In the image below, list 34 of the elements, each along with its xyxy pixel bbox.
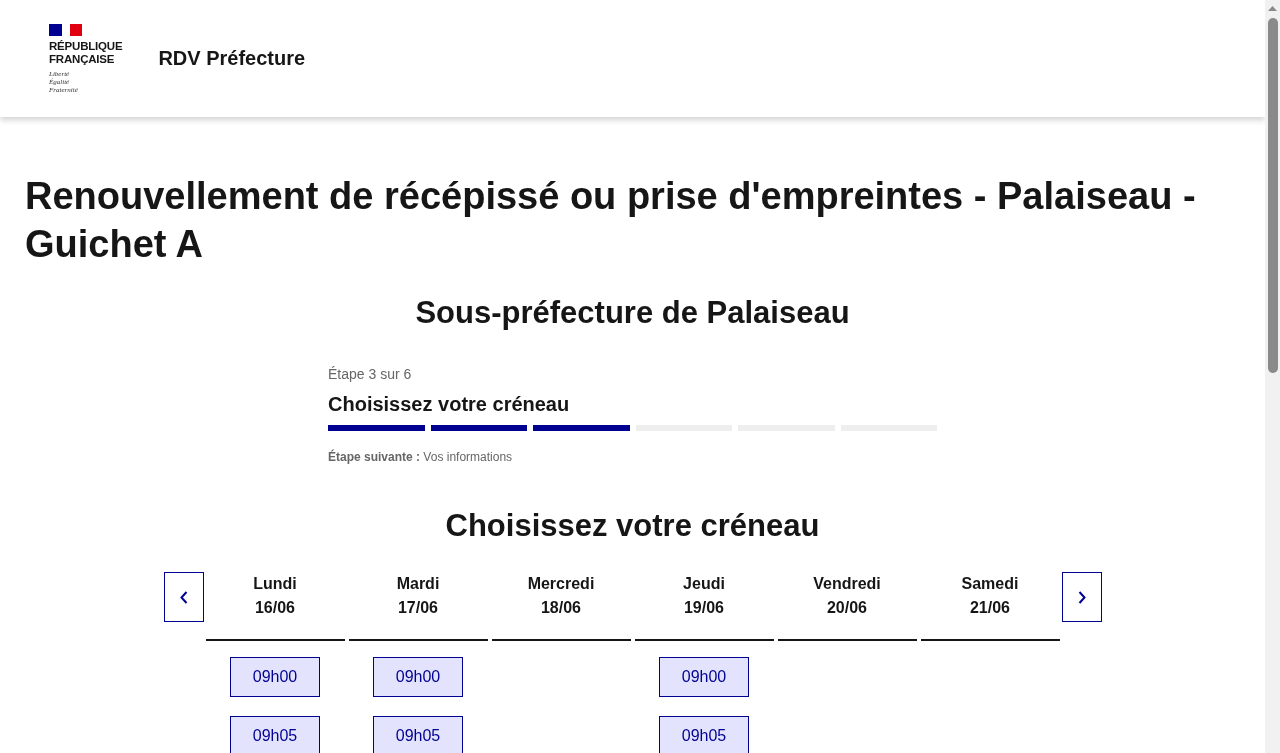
time-slot-button[interactable]: 09h05 [230,716,320,753]
republic-name: RÉPUBLIQUE FRANÇAISE [49,39,123,66]
day-name: Mercredi [527,574,595,594]
time-slot-button[interactable]: 09h05 [659,716,749,753]
site-name-link[interactable]: RDV Préfecture [158,47,306,70]
scrollbar[interactable] [1265,0,1280,753]
office-heading: Sous-préfecture de Palaiseau [414,294,851,332]
previous-week-button[interactable] [163,572,204,622]
day-date: 18/06 [540,598,581,618]
next-step-text: Étape suivante : Vos informations [328,449,514,465]
step-counter: Étape 3 sur 6 [328,365,413,384]
scrollbar-thumb[interactable] [1267,18,1278,373]
day-name: Jeudi [683,574,725,594]
chevron-right-icon [1077,590,1086,604]
day-date: 19/06 [683,598,724,618]
day-date: 17/06 [397,598,438,618]
time-slot-button[interactable]: 09h00 [373,657,463,697]
time-slot-button[interactable]: 09h00 [230,657,320,697]
scroll-up-arrow-icon[interactable] [1268,6,1277,11]
time-slot-button[interactable]: 09h00 [659,657,749,697]
day-name: Lundi [253,574,297,594]
step-title: Choisissez votre créneau [328,392,571,417]
day-date: 16/06 [254,598,295,618]
day-date: 20/06 [826,598,867,618]
chevron-left-icon [179,590,188,604]
flag-icon [49,23,82,36]
day-name: Vendredi [813,574,881,594]
day-name: Mardi [396,574,440,594]
time-slot-button[interactable]: 09h05 [373,716,463,753]
next-week-button[interactable] [1061,572,1102,622]
day-date: 21/06 [969,598,1010,618]
calendar-heading: Choisissez votre créneau [444,507,821,545]
day-name: Samedi [961,574,1019,594]
page-title: Renouvellement de récépissé ou prise d'empreintes - Palaiseau - Guichet A [25,174,1197,267]
